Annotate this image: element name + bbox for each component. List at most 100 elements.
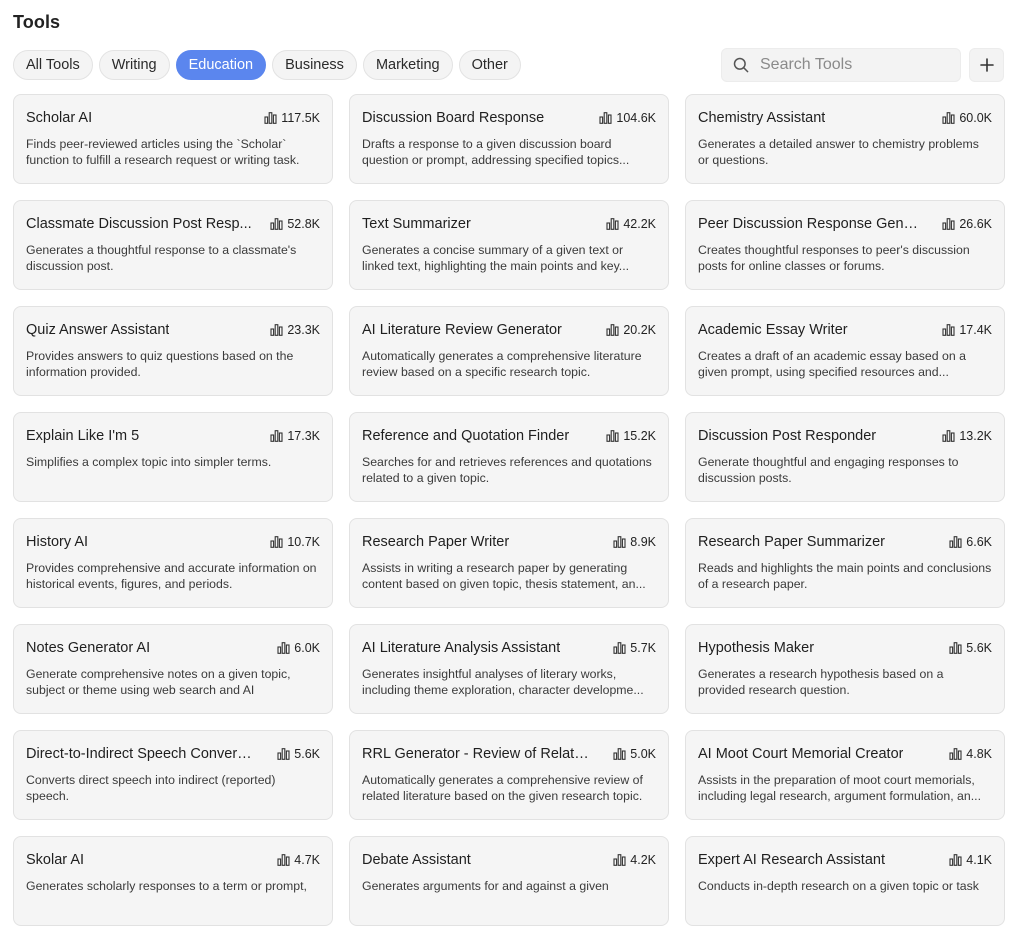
usage-count: 117.5K <box>281 111 320 125</box>
tool-card-header: Text Summarizer 42.2K <box>362 215 656 233</box>
usage-stat: 5.6K <box>277 747 320 761</box>
tool-card[interactable]: Explain Like I'm 5 17.3K Simplifies a comp… <box>13 412 333 502</box>
filter-chip-marketing[interactable]: Marketing <box>362 50 453 80</box>
filter-chip-other[interactable]: Other <box>458 50 521 80</box>
tool-card-header: AI Literature Review Generator 20.2K <box>362 321 656 339</box>
usage-count: 4.2K <box>630 853 656 867</box>
bar-chart-icon <box>949 854 962 866</box>
filter-chip-all-tools[interactable]: All Tools <box>13 50 93 80</box>
tool-card[interactable]: Skolar AI 4.7K Generates scholarly respons… <box>13 836 333 926</box>
tool-card[interactable]: Chemistry Assistant 60.0K Generates a deta… <box>685 94 1005 184</box>
tool-card[interactable]: Direct-to-Indirect Speech Converter 5.6K C… <box>13 730 333 820</box>
tool-card[interactable]: Classmate Discussion Post Resp... 52.8K Ge… <box>13 200 333 290</box>
usage-count: 15.2K <box>623 429 656 443</box>
usage-stat: 117.5K <box>264 111 320 125</box>
tool-card-header: RRL Generator - Review of Related... 5.0K <box>362 745 656 763</box>
bar-chart-icon <box>606 324 619 336</box>
usage-count: 5.6K <box>966 641 992 655</box>
tool-card[interactable]: Reference and Quotation Finder 15.2K Searc… <box>349 412 669 502</box>
usage-count: 60.0K <box>959 111 992 125</box>
tool-description: Drafts a response to a given discussion … <box>362 137 630 167</box>
tool-description: Converts direct speech into indirect (re… <box>26 773 276 803</box>
tool-title: Hypothesis Maker <box>698 640 815 656</box>
bar-chart-icon <box>942 112 955 124</box>
usage-stat: 13.2K <box>942 429 992 443</box>
tool-title: Discussion Post Responder <box>698 428 877 444</box>
bar-chart-icon <box>270 324 283 336</box>
usage-stat: 20.2K <box>606 323 656 337</box>
bar-chart-icon <box>949 536 962 548</box>
tool-card[interactable]: Quiz Answer Assistant 23.3K Provides answe… <box>13 306 333 396</box>
tool-description: Searches for and retrieves references an… <box>362 455 652 485</box>
bar-chart-icon <box>942 430 955 442</box>
tool-card[interactable]: AI Moot Court Memorial Creator 4.8K Assist… <box>685 730 1005 820</box>
tool-card[interactable]: Research Paper Writer 8.9K Assists in writ… <box>349 518 669 608</box>
tool-title: Discussion Board Response <box>362 110 545 126</box>
tool-description: Assists in the preparation of moot court… <box>698 773 981 803</box>
usage-stat: 6.0K <box>277 641 320 655</box>
tool-card-header: Research Paper Writer 8.9K <box>362 533 656 551</box>
tool-card[interactable]: AI Literature Analysis Assistant 5.7K Gene… <box>349 624 669 714</box>
filter-chip-writing[interactable]: Writing <box>98 50 170 80</box>
bar-chart-icon <box>270 536 283 548</box>
tool-card[interactable]: AI Literature Review Generator 20.2K Autom… <box>349 306 669 396</box>
usage-count: 10.7K <box>287 535 320 549</box>
usage-stat: 8.9K <box>613 535 656 549</box>
tool-card-header: Scholar AI 117.5K <box>26 109 320 127</box>
usage-count: 26.6K <box>959 217 992 231</box>
tool-card-header: Academic Essay Writer 17.4K <box>698 321 992 339</box>
tool-card[interactable]: Notes Generator AI 6.0K Generate comprehen… <box>13 624 333 714</box>
bar-chart-icon <box>264 112 277 124</box>
bar-chart-icon <box>613 854 626 866</box>
bar-chart-icon <box>599 112 612 124</box>
tool-description: Generates insightful analyses of literar… <box>362 667 644 697</box>
usage-count: 42.2K <box>623 217 656 231</box>
tool-title: AI Literature Analysis Assistant <box>362 640 561 656</box>
usage-stat: 104.6K <box>599 111 656 125</box>
tool-card-header: Peer Discussion Response Gener... 26.6K <box>698 215 992 233</box>
filter-chip-education[interactable]: Education <box>175 50 267 80</box>
tool-description: Automatically generates a comprehensive … <box>362 773 643 803</box>
tool-card[interactable]: Discussion Post Responder 13.2K Generate t… <box>685 412 1005 502</box>
usage-stat: 23.3K <box>270 323 320 337</box>
usage-stat: 10.7K <box>270 535 320 549</box>
bar-chart-icon <box>277 642 290 654</box>
usage-count: 20.2K <box>623 323 656 337</box>
tool-card[interactable]: Hypothesis Maker 5.6K Generates a research… <box>685 624 1005 714</box>
tool-card-header: Reference and Quotation Finder 15.2K <box>362 427 656 445</box>
filter-chip-business[interactable]: Business <box>272 50 357 80</box>
usage-stat: 17.4K <box>942 323 992 337</box>
tool-card-header: AI Moot Court Memorial Creator 4.8K <box>698 745 992 763</box>
usage-stat: 5.0K <box>613 747 656 761</box>
usage-count: 17.4K <box>959 323 992 337</box>
tool-description: Generates a thoughtful response to a cla… <box>26 243 297 273</box>
search-input[interactable] <box>758 55 952 75</box>
tool-description: Automatically generates a comprehensive … <box>362 349 642 379</box>
usage-stat: 4.2K <box>613 853 656 867</box>
tool-card[interactable]: RRL Generator - Review of Related... 5.0K… <box>349 730 669 820</box>
add-tool-button[interactable] <box>969 48 1004 82</box>
tool-card[interactable]: Discussion Board Response 104.6K Drafts a … <box>349 94 669 184</box>
tool-card-header: Chemistry Assistant 60.0K <box>698 109 992 127</box>
tool-description: Creates thoughtful responses to peer's d… <box>698 243 970 273</box>
usage-count: 8.9K <box>630 535 656 549</box>
tool-title: Expert AI Research Assistant <box>698 852 885 868</box>
tool-card-header: Skolar AI 4.7K <box>26 851 320 869</box>
category-filter-bar: All Tools Writing Education Business Marketi… <box>13 50 521 80</box>
usage-count: 13.2K <box>959 429 992 443</box>
bar-chart-icon <box>270 430 283 442</box>
tool-card[interactable]: Academic Essay Writer 17.4K Creates a draf… <box>685 306 1005 396</box>
tool-card-header: Direct-to-Indirect Speech Converter 5.6K <box>26 745 320 763</box>
bar-chart-icon <box>270 218 283 230</box>
tool-card[interactable]: Research Paper Summarizer 6.6K Reads and h… <box>685 518 1005 608</box>
tool-card[interactable]: Expert AI Research Assistant 4.1K Conducts… <box>685 836 1005 926</box>
search-box[interactable] <box>721 48 961 82</box>
bar-chart-icon <box>613 642 626 654</box>
tool-title: AI Literature Review Generator <box>362 322 562 338</box>
tool-card[interactable]: History AI 10.7K Provides comprehensive an… <box>13 518 333 608</box>
tool-card[interactable]: Scholar AI 117.5K Finds peer-reviewed arti… <box>13 94 333 184</box>
tool-card[interactable]: Text Summarizer 42.2K Generates a concise … <box>349 200 669 290</box>
tool-card[interactable]: Peer Discussion Response Gener... 26.6K Cr… <box>685 200 1005 290</box>
usage-stat: 52.8K <box>270 217 320 231</box>
tool-card[interactable]: Debate Assistant 4.2K Generates arguments … <box>349 836 669 926</box>
